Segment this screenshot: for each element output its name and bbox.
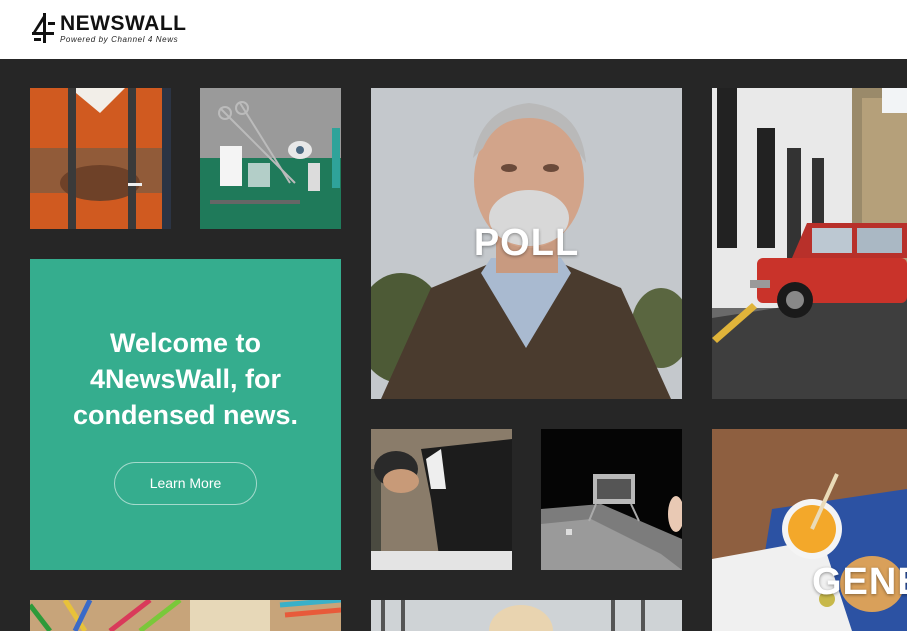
- news-tile-space[interactable]: [541, 429, 682, 570]
- poll-label: POLL: [473, 222, 580, 264]
- news-tile-medical[interactable]: [200, 88, 341, 229]
- general-label: GENE: [812, 561, 907, 603]
- news-tile-person[interactable]: [371, 600, 682, 631]
- pencils-image: [30, 600, 341, 631]
- welcome-line-2: 4NewsWall, for: [89, 364, 282, 394]
- news-tile-street[interactable]: [712, 88, 907, 399]
- news-tile-poll[interactable]: POLL: [371, 88, 682, 399]
- channel4-logo-icon: [32, 13, 55, 43]
- welcome-message: Welcome to 4NewsWall, for condensed news…: [30, 325, 341, 433]
- news-tile-pencils[interactable]: [30, 600, 341, 631]
- person-image: [371, 600, 682, 631]
- medical-image: [200, 88, 341, 229]
- lander-image: [541, 429, 682, 570]
- newswall-logo[interactable]: NEWSWALL Powered by Channel 4 News: [30, 12, 186, 44]
- prison-image: [30, 88, 171, 229]
- logo-title: NEWSWALL: [60, 11, 187, 35]
- site-header: NEWSWALL Powered by Channel 4 News: [0, 0, 907, 59]
- street-car-image: [712, 88, 907, 399]
- news-tile-apology[interactable]: [371, 429, 512, 570]
- welcome-panel: Welcome to 4NewsWall, for condensed news…: [30, 259, 341, 570]
- news-tile-general[interactable]: GENE: [712, 429, 907, 631]
- welcome-line-1: Welcome to: [109, 328, 262, 358]
- news-tile-prison[interactable]: [30, 88, 171, 229]
- bowing-man-image: [371, 429, 512, 570]
- news-grid: POLL Welcome to 4NewsWall, for condensed…: [0, 59, 907, 631]
- welcome-line-3: condensed news.: [72, 400, 299, 430]
- logo-subtitle: Powered by Channel 4 News: [60, 34, 179, 44]
- learn-more-button[interactable]: Learn More: [114, 462, 257, 505]
